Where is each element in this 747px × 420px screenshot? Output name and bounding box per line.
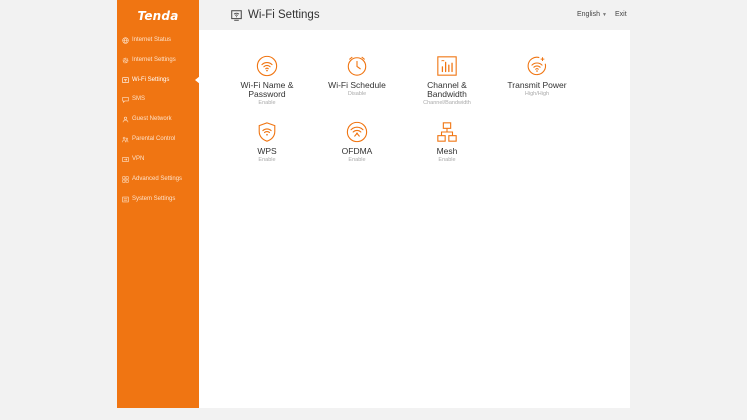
header: Wi-Fi Settings English ▼ Exit	[199, 0, 630, 30]
tile-label: Mesh	[436, 146, 458, 156]
sidebar-item-system-settings[interactable]: System Settings	[122, 192, 199, 206]
tile-transmit-power[interactable]: Transmit Power High/High	[501, 55, 573, 97]
tile-status: Enable	[348, 157, 366, 163]
language-label: English	[577, 11, 600, 18]
globe-icon	[122, 36, 129, 44]
tile-label: Wi-Fi Name & Password	[240, 80, 294, 99]
sidebar-item-parental-control[interactable]: Parental Control	[122, 132, 199, 146]
sidebar-item-guest-network[interactable]: Guest Network	[122, 112, 199, 126]
tile-wifi-schedule[interactable]: Wi-Fi Schedule Disable	[321, 55, 393, 97]
sidebar-item-label: SMS	[132, 96, 146, 102]
sidebar-item-label: VPN	[132, 156, 145, 162]
tenda-logo: Tenda	[137, 9, 179, 23]
language-selector[interactable]: English ▼	[577, 11, 607, 18]
sidebar-item-label: Wi-Fi Settings	[132, 77, 170, 83]
sidebar-item-label: System Settings	[132, 196, 176, 202]
tile-label: Transmit Power	[507, 80, 567, 90]
shield-wifi-icon	[258, 122, 276, 142]
sidebar-item-wifi-settings[interactable]: Wi-Fi Settings	[122, 73, 199, 87]
gear-icon	[122, 57, 129, 64]
sidebar: Tenda Internet Status Internet Settings …	[117, 0, 199, 408]
sidebar-item-label: Parental Control	[132, 136, 176, 142]
wifi-circle-icon	[256, 55, 278, 77]
wifi-screen-icon	[231, 9, 242, 21]
tile-status: Enable	[258, 157, 276, 163]
sidebar-item-label: Internet Status	[132, 37, 172, 43]
tile-wifi-name-password[interactable]: Wi-Fi Name & Password Enable	[231, 55, 303, 106]
sidebar-item-label: Internet Settings	[132, 57, 176, 63]
page-heading: Wi-Fi Settings	[231, 9, 320, 21]
tile-label: Wi-Fi Schedule	[328, 80, 386, 90]
family-icon	[122, 136, 129, 143]
message-icon	[122, 96, 129, 103]
caret-down-icon: ▼	[601, 11, 607, 18]
tile-wps[interactable]: WPS Enable	[231, 121, 303, 163]
tile-label: Channel & Bandwidth	[427, 80, 467, 99]
tile-mesh[interactable]: Mesh Enable	[411, 121, 483, 163]
vpn-icon	[122, 156, 129, 163]
exit-link[interactable]: Exit	[615, 11, 627, 18]
tile-channel-bandwidth[interactable]: Channel & Bandwidth Channel/Bandwidth	[411, 55, 483, 106]
tile-label: WPS	[257, 146, 277, 156]
tile-status: Channel/Bandwidth	[423, 100, 471, 106]
page-title: Wi-Fi Settings	[248, 9, 320, 21]
sidebar-item-advanced-settings[interactable]: Advanced Settings	[122, 172, 199, 186]
grid-icon	[122, 175, 129, 183]
sidebar-item-internet-status[interactable]: Internet Status	[122, 33, 199, 47]
mesh-icon	[437, 122, 457, 142]
channel-bars-icon	[437, 56, 457, 76]
sidebar-item-label: Guest Network	[132, 116, 172, 122]
tile-status: High/High	[524, 91, 550, 97]
tile-status: Enable	[258, 100, 276, 106]
sidebar-item-vpn[interactable]: VPN	[122, 152, 199, 166]
tile-status: Enable	[438, 157, 456, 163]
wifi-screen-icon	[122, 76, 129, 84]
tile-ofdma[interactable]: OFDMA Enable	[321, 121, 393, 163]
sidebar-item-sms[interactable]: SMS	[122, 92, 199, 106]
clock-icon	[347, 56, 367, 76]
tile-status: Disable	[347, 91, 367, 97]
sidebar-item-label: Advanced Settings	[132, 176, 183, 182]
transmit-power-icon	[527, 56, 547, 76]
router-admin-app: Tenda Internet Status Internet Settings …	[0, 0, 747, 420]
main-content: Wi-Fi Name & Password Enable Wi-Fi Sched…	[199, 30, 630, 408]
sidebar-item-internet-settings[interactable]: Internet Settings	[122, 53, 199, 67]
tile-label: OFDMA	[341, 146, 373, 156]
guest-user-icon	[122, 116, 129, 123]
ofdma-icon	[346, 121, 368, 143]
system-icon	[122, 196, 129, 203]
